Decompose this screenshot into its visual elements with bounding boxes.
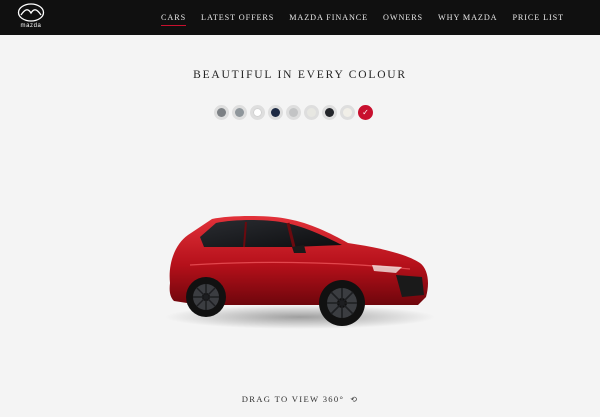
colour-swatch-dot bbox=[253, 108, 262, 117]
colour-swatch-dot bbox=[289, 108, 298, 117]
main-nav: CARS LATEST OFFERS MAZDA FINANCE OWNERS … bbox=[161, 0, 564, 35]
colour-swatch-dot bbox=[307, 108, 316, 117]
colour-swatch-selected[interactable]: ✓ bbox=[358, 105, 373, 120]
drag-label: DRAG TO VIEW 360° bbox=[241, 394, 345, 404]
red-hatchback-car-image bbox=[165, 216, 435, 329]
top-navigation-bar: mazda CARS LATEST OFFERS MAZDA FINANCE O… bbox=[0, 0, 600, 35]
colour-swatch[interactable] bbox=[286, 105, 301, 120]
colour-swatch[interactable] bbox=[250, 105, 265, 120]
colour-swatch-dot bbox=[217, 108, 226, 117]
colour-swatch-picker: ✓ bbox=[214, 105, 373, 120]
colour-swatch[interactable] bbox=[232, 105, 247, 120]
colour-swatch-dot bbox=[343, 108, 352, 117]
colour-heading: BEAUTIFUL IN EVERY COLOUR bbox=[193, 69, 407, 81]
rotate-360-icon: ⟲ bbox=[350, 395, 359, 404]
nav-cars[interactable]: CARS bbox=[161, 13, 187, 26]
nav-price-list[interactable]: PRICE LIST bbox=[512, 13, 564, 22]
colour-swatch[interactable] bbox=[304, 105, 319, 120]
colour-swatch-dot bbox=[271, 108, 280, 117]
checkmark-icon: ✓ bbox=[362, 107, 369, 117]
colour-swatch[interactable] bbox=[322, 105, 337, 120]
drag-to-view-360[interactable]: DRAG TO VIEW 360° ⟲ bbox=[0, 394, 600, 404]
nav-why-mazda[interactable]: WHY MAZDA bbox=[438, 13, 497, 22]
colour-swatch-dot bbox=[325, 108, 334, 117]
nav-mazda-finance[interactable]: MAZDA FINANCE bbox=[289, 13, 368, 22]
car-360-viewer[interactable] bbox=[160, 205, 440, 335]
mazda-logo-icon bbox=[17, 3, 45, 22]
mazda-logo[interactable]: mazda bbox=[14, 3, 48, 33]
colour-swatch[interactable] bbox=[268, 105, 283, 120]
nav-latest-offers[interactable]: LATEST OFFERS bbox=[201, 13, 274, 22]
colour-swatch[interactable] bbox=[214, 105, 229, 120]
colour-swatch-dot bbox=[235, 108, 244, 117]
mazda-wordmark: mazda bbox=[20, 23, 42, 29]
colour-swatch[interactable] bbox=[340, 105, 355, 120]
nav-owners[interactable]: OWNERS bbox=[383, 13, 423, 22]
